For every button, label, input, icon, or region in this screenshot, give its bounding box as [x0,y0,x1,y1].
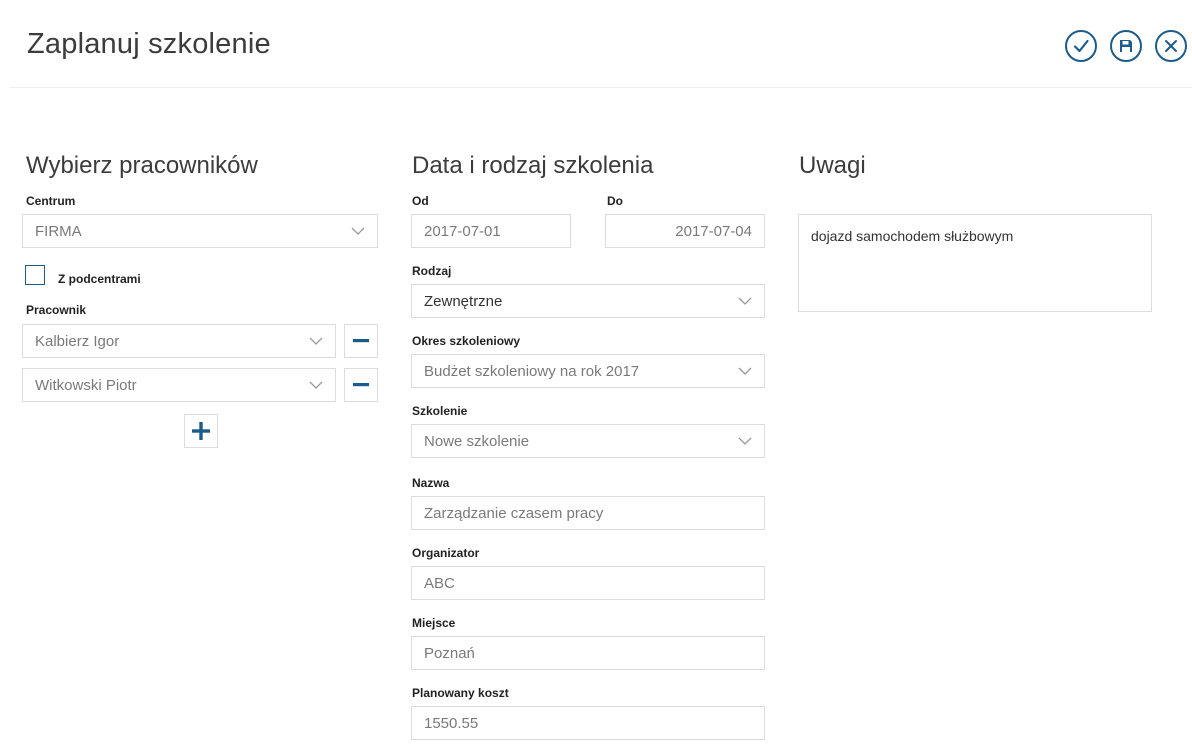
employee-value-2: Witkowski Piotr [35,376,137,394]
training-select[interactable]: Nowe szkolenie [411,424,765,458]
training-section-title: Data i rodzaj szkolenia [412,152,654,179]
organizer-input[interactable]: ABC [411,566,765,600]
chevron-down-icon [309,337,323,345]
cost-label: Planowany koszt [412,686,509,700]
from-date-value: 2017-07-01 [424,222,501,240]
remove-employee-button-1[interactable] [344,324,378,358]
place-value: Poznań [424,644,475,662]
notes-value: dojazd samochodem służbowym [811,228,1014,244]
period-label: Okres szkoleniowy [412,334,521,348]
to-label: Do [607,194,623,208]
centrum-select[interactable]: FIRMA [22,214,378,248]
organizer-label: Organizator [412,546,480,560]
close-button[interactable] [1155,30,1187,62]
minus-icon [353,339,369,343]
employee-select-1[interactable]: Kalbierz Igor [22,324,336,358]
chevron-down-icon [738,367,752,375]
cost-input[interactable]: 1550.55 [411,706,765,740]
cost-value: 1550.55 [424,714,479,732]
employee-select-2[interactable]: Witkowski Piotr [22,368,336,402]
chevron-down-icon [351,227,365,235]
period-value: Budżet szkoleniowy na rok 2017 [424,362,640,380]
add-employee-button[interactable] [184,414,218,448]
check-icon [1073,39,1089,53]
period-select[interactable]: Budżet szkoleniowy na rok 2017 [411,354,765,388]
plus-icon [192,422,210,440]
training-value: Nowe szkolenie [424,432,530,450]
place-input[interactable]: Poznań [411,636,765,670]
subcenters-checkbox[interactable] [25,265,45,285]
type-label: Rodzaj [412,264,452,278]
type-value: Zewnętrzne [424,292,503,310]
save-button[interactable] [1110,30,1142,62]
place-label: Miejsce [412,616,456,630]
name-value: Zarządzanie czasem pracy [424,504,604,522]
from-date-input[interactable]: 2017-07-01 [411,214,571,248]
subcenters-label: Z podcentrami [58,272,141,286]
chevron-down-icon [309,381,323,389]
from-label: Od [412,194,429,208]
employee-value-1: Kalbierz Igor [35,332,120,350]
employee-label: Pracownik [26,303,87,317]
chevron-down-icon [738,297,752,305]
notes-section-title: Uwagi [799,152,866,179]
name-input[interactable]: Zarządzanie czasem pracy [411,496,765,530]
notes-textarea[interactable]: dojazd samochodem służbowym [798,214,1152,312]
centrum-value: FIRMA [35,222,82,240]
remove-employee-button-2[interactable] [344,368,378,402]
organizer-value: ABC [424,574,455,592]
confirm-button[interactable] [1065,30,1097,62]
floppy-disk-icon [1120,40,1132,52]
header-bar: Zaplanuj szkolenie [10,0,1192,88]
minus-icon [353,383,369,387]
chevron-down-icon [738,437,752,445]
to-date-value: 2017-07-04 [675,222,752,240]
type-select[interactable]: Zewnętrzne [411,284,765,318]
training-label: Szkolenie [412,404,468,418]
centrum-label: Centrum [26,194,76,208]
employees-section-title: Wybierz pracowników [26,152,258,179]
close-icon [1165,40,1177,52]
page-title: Zaplanuj szkolenie [27,28,271,60]
name-label: Nazwa [412,476,450,490]
to-date-input[interactable]: 2017-07-04 [605,214,765,248]
